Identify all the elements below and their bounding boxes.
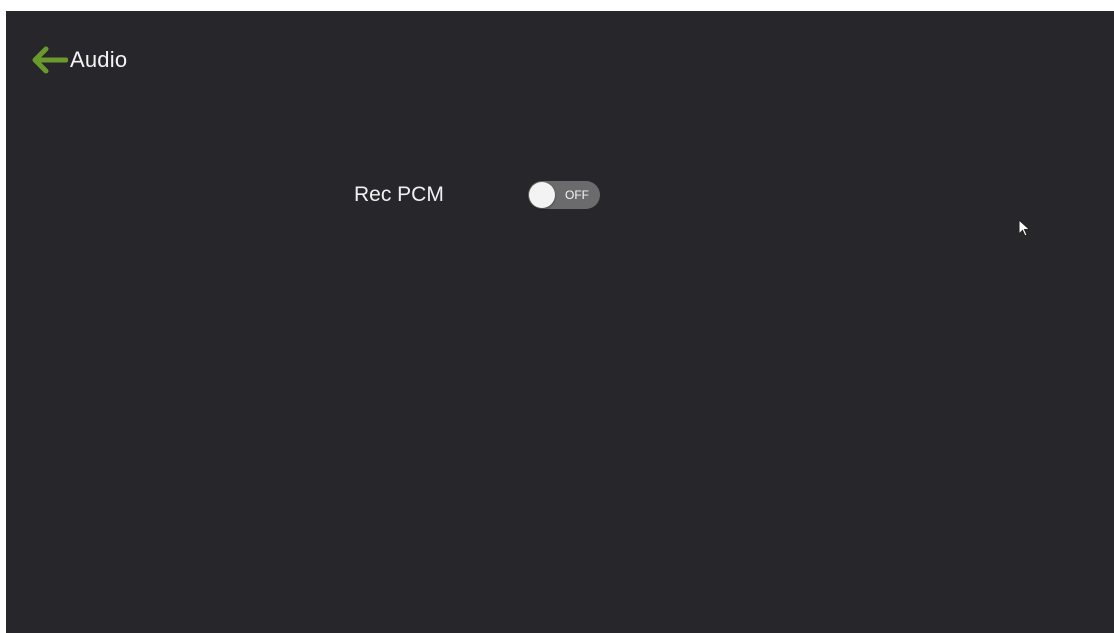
rec-pcm-label: Rec PCM [354,183,444,206]
toggle-knob[interactable] [529,182,555,208]
header-back[interactable]: Audio [32,44,127,76]
arrow-left-icon[interactable] [32,46,68,74]
setting-row-rec-pcm: Rec PCM OFF [354,178,600,212]
audio-settings-screen: Audio Rec PCM OFF [6,11,1114,633]
page-title: Audio [70,47,128,72]
rec-pcm-toggle[interactable]: OFF [528,181,600,209]
mouse-pointer-icon [1018,219,1031,237]
toggle-state-text: OFF [565,188,589,202]
